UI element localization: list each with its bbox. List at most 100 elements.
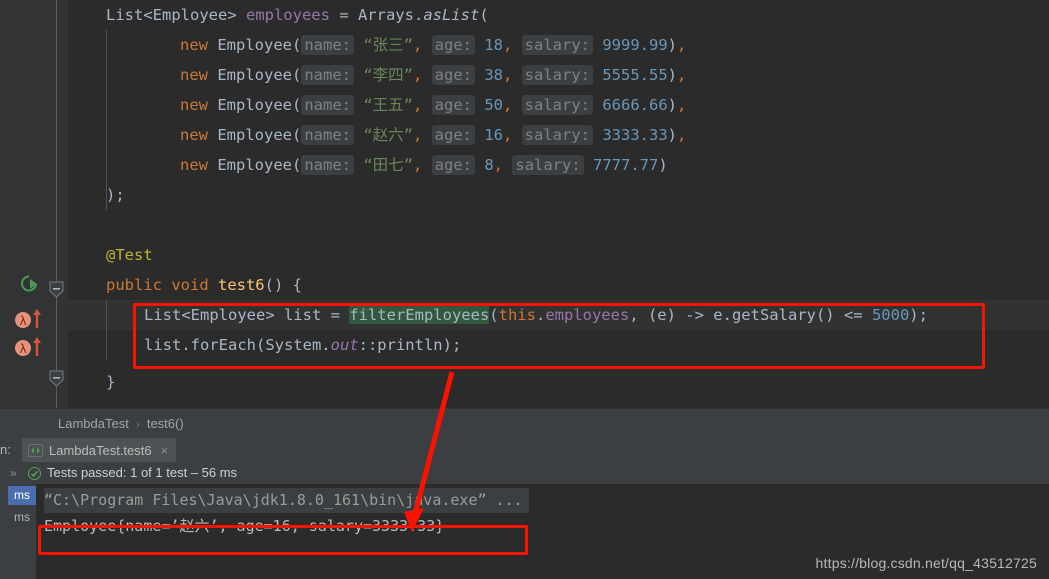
code-token: ::println); [358,336,462,354]
code-token: test6 [217,276,265,294]
breadcrumb-class[interactable]: LambdaTest [58,409,129,439]
test-tree-duration[interactable]: ms [8,508,36,527]
code-token: , [677,66,687,84]
code-token: “张三” [354,36,413,54]
line-list-employees[interactable]: List<Employee> employees = Arrays.asList… [106,0,489,30]
code-token: 8 [475,156,494,174]
code-token: age: [431,125,475,145]
code-token: , [677,96,687,114]
close-icon[interactable]: × [161,443,169,458]
code-token: () { [264,276,302,294]
idea-window: λ λ List<Employee> employees = Arrays.as… [0,0,1049,579]
code-token: new [180,66,218,84]
fold-marker-collapse-icon[interactable] [48,370,65,387]
code-token: “王五” [354,96,413,114]
code-token: ); [909,306,928,324]
code-token: , [503,96,522,114]
code-token: = Arrays. [329,6,424,24]
line-employee-3[interactable]: new Employee(name: “王五”, age: 50, salary… [180,90,686,120]
line-close-paren[interactable]: ); [106,180,125,210]
editor-text-surface[interactable]: List<Employee> employees = Arrays.asList… [68,0,1049,408]
code-token: name: [301,65,354,85]
fold-region-line [56,0,57,408]
code-token: 50 [475,96,503,114]
code-token: 18 [475,36,503,54]
code-token: Employee( [217,66,302,84]
line-annotation-test[interactable]: @Test [106,240,153,270]
code-folding-gutter[interactable] [46,0,68,408]
line-foreach[interactable]: list.forEach(System.out::println); [144,330,461,360]
code-token: salary: [521,95,593,115]
run-tab-lambdatest-test6[interactable]: LambdaTest.test6 × [22,438,177,462]
run-test-icon[interactable] [18,273,40,299]
test-tree-duration-selected[interactable]: ms [8,486,36,505]
code-token: Employee( [217,36,302,54]
code-token: , [503,126,522,144]
lambda-implementation-icon[interactable]: λ [14,336,44,362]
code-token: name: [301,95,354,115]
expand-chevrons-icon[interactable]: » [10,462,17,484]
code-token: , [677,126,687,144]
code-token: new [180,36,218,54]
tests-passed-check-icon [28,466,41,480]
line-employee-4[interactable]: new Employee(name: “赵六”, age: 16, salary… [180,120,686,150]
watermark: https://blog.csdn.net/qq_43512725 [815,555,1037,571]
line-filter-call[interactable]: List<Employee> list = filterEmployees(th… [144,300,928,330]
line-employee-2[interactable]: new Employee(name: “李四”, age: 38, salary… [180,60,686,90]
code-token: out [330,336,359,354]
code-token: 5000 [871,306,910,324]
code-token: ) [667,96,677,114]
code-token: filterEmployees [349,306,490,324]
breadcrumb-separator-icon: › [135,417,140,431]
svg-text:λ: λ [19,342,26,356]
code-token: , [413,36,432,54]
fold-marker-collapse-icon[interactable] [48,281,65,298]
console-output-line: Employee{name=’赵六’, age=16, salary=3333.… [44,517,445,535]
code-token: Employee( [217,156,302,174]
test-results-tree[interactable]: ms ms [0,484,36,579]
breadcrumb-bar: LambdaTest › test6() [0,408,1049,438]
code-token: “赵六” [354,126,413,144]
code-token: , [413,156,432,174]
run-tool-window-label: n: [0,442,11,457]
code-token: name: [301,35,354,55]
breadcrumb-method[interactable]: test6() [147,409,184,439]
code-token: 3333.33 [593,126,668,144]
code-token: . [535,306,546,324]
code-token: age: [431,35,475,55]
code-token: salary: [521,125,593,145]
code-token: List<Employee> [106,6,246,24]
code-token: ( [479,6,489,24]
code-token: “田七” [354,156,413,174]
code-token: this [498,306,536,324]
junit-run-configuration-icon [28,443,43,457]
line-method-close[interactable]: } [106,367,115,397]
code-token: Employee( [217,126,302,144]
code-token: name: [301,155,354,175]
code-token: salary: [512,155,584,175]
code-token: List<Employee> list = [144,306,350,324]
code-token: new [180,96,218,114]
code-token: , [413,66,432,84]
test-status-line: Tests passed: 1 of 1 test – 56 ms [28,462,237,484]
run-tab-label: LambdaTest.test6 [49,442,152,458]
code-token: , [413,126,432,144]
code-token: , [493,156,513,174]
editor-icon-gutter[interactable]: λ λ [8,0,46,408]
line-employee-1[interactable]: new Employee(name: “张三”, age: 18, salary… [180,30,686,60]
code-token: salary: [521,65,593,85]
code-token: employees [245,6,330,24]
code-token: asList [423,6,480,24]
code-editor[interactable]: λ λ List<Employee> employees = Arrays.as… [0,0,1049,408]
code-token: age: [431,155,475,175]
lambda-implementation-icon[interactable]: λ [14,308,44,334]
line-employee-5[interactable]: new Employee(name: “田七”, age: 8, salary:… [180,150,668,180]
breadcrumb[interactable]: LambdaTest › test6() [58,409,184,439]
line-method-signature[interactable]: public void test6() { [106,270,302,300]
code-token: Employee( [217,96,302,114]
line-number-gutter [0,0,8,408]
code-token: <= [843,306,872,324]
code-token: ) [667,66,677,84]
code-token: , (e) -> e.getSalary() [629,306,844,324]
code-token: } [106,373,116,391]
